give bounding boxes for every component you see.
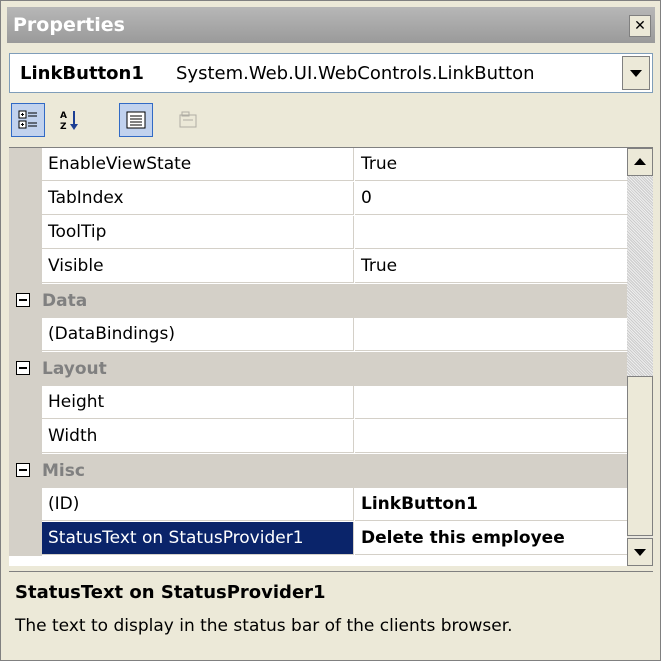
collapse-icon[interactable] bbox=[16, 463, 30, 477]
alphabetical-icon: A Z bbox=[60, 111, 78, 131]
property-name[interactable]: Height bbox=[42, 386, 354, 419]
alphabetical-button[interactable]: A Z bbox=[53, 103, 87, 137]
scroll-up-button[interactable] bbox=[627, 148, 653, 176]
property-pages-button[interactable] bbox=[171, 103, 205, 137]
property-name[interactable]: Visible bbox=[42, 250, 354, 283]
categorized-icon bbox=[18, 110, 37, 129]
description-pane: StatusText on StatusProvider1 The text t… bbox=[9, 571, 653, 654]
property-row[interactable]: (DataBindings) bbox=[9, 318, 627, 352]
scroll-track[interactable] bbox=[627, 176, 653, 376]
category-row[interactable]: Layout bbox=[9, 352, 627, 386]
row-gutter bbox=[9, 488, 42, 522]
object-type: System.Web.UI.WebControls.LinkButton bbox=[176, 63, 535, 84]
row-gutter bbox=[9, 182, 42, 216]
property-row[interactable]: Visible True bbox=[9, 250, 627, 284]
svg-text:Z: Z bbox=[60, 122, 67, 131]
vertical-scrollbar[interactable] bbox=[627, 148, 653, 566]
row-gutter bbox=[9, 522, 42, 556]
category-label: Misc bbox=[42, 461, 85, 481]
properties-button[interactable] bbox=[119, 103, 153, 137]
property-name[interactable]: (ID) bbox=[42, 488, 354, 521]
property-value[interactable] bbox=[355, 216, 627, 249]
property-value[interactable]: True bbox=[355, 250, 627, 283]
property-name[interactable]: TabIndex bbox=[42, 182, 354, 215]
toolbar: A Z bbox=[9, 99, 653, 143]
object-selector[interactable]: LinkButton1 System.Web.UI.WebControls.Li… bbox=[9, 53, 653, 93]
description-text: The text to display in the status bar of… bbox=[15, 616, 513, 636]
property-value[interactable]: LinkButton1 bbox=[355, 488, 627, 521]
object-name: LinkButton1 bbox=[20, 63, 144, 84]
description-title: StatusText on StatusProvider1 bbox=[15, 582, 326, 603]
property-row[interactable]: EnableViewState True bbox=[9, 148, 627, 182]
row-gutter bbox=[9, 386, 42, 420]
property-value[interactable] bbox=[355, 386, 627, 419]
row-gutter bbox=[9, 250, 42, 284]
collapse-icon[interactable] bbox=[16, 293, 30, 307]
property-row[interactable]: TabIndex 0 bbox=[9, 182, 627, 216]
property-value[interactable]: True bbox=[355, 148, 627, 181]
properties-panel: Properties ✕ LinkButton1 System.Web.UI.W… bbox=[0, 0, 661, 661]
category-row[interactable]: Data bbox=[9, 284, 627, 318]
property-row[interactable]: Width bbox=[9, 420, 627, 454]
property-row[interactable]: Height bbox=[9, 386, 627, 420]
property-grid: EnableViewState True TabIndex 0 ToolTip Visib… bbox=[9, 147, 653, 566]
property-row[interactable]: StatusText on StatusProvider1 Delete this… bbox=[9, 522, 627, 556]
categorized-button[interactable] bbox=[11, 103, 45, 137]
property-name[interactable]: Width bbox=[42, 420, 354, 453]
category-row[interactable]: Misc bbox=[9, 454, 627, 488]
chevron-down-icon[interactable] bbox=[622, 56, 650, 90]
row-gutter bbox=[9, 420, 42, 454]
property-value[interactable] bbox=[355, 318, 627, 351]
property-name[interactable]: StatusText on StatusProvider1 bbox=[42, 522, 354, 555]
property-row[interactable]: (ID) LinkButton1 bbox=[9, 488, 627, 522]
property-value[interactable] bbox=[355, 420, 627, 453]
property-name[interactable]: ToolTip bbox=[42, 216, 354, 249]
collapse-icon[interactable] bbox=[16, 361, 30, 375]
close-icon: ✕ bbox=[634, 18, 646, 34]
row-gutter bbox=[9, 318, 42, 352]
property-value[interactable]: 0 bbox=[355, 182, 627, 215]
window-title: Properties bbox=[13, 14, 125, 36]
property-value[interactable]: Delete this employee bbox=[355, 522, 627, 555]
property-name[interactable]: (DataBindings) bbox=[42, 318, 354, 351]
category-label: Data bbox=[42, 291, 88, 311]
row-gutter bbox=[9, 216, 42, 250]
row-gutter bbox=[9, 148, 42, 182]
properties-icon bbox=[126, 111, 146, 129]
property-name[interactable]: EnableViewState bbox=[42, 148, 354, 181]
property-row[interactable]: ToolTip bbox=[9, 216, 627, 250]
svg-text:A: A bbox=[60, 111, 67, 121]
scroll-thumb[interactable] bbox=[627, 376, 653, 536]
property-pages-icon bbox=[179, 111, 197, 128]
title-bar: Properties ✕ bbox=[7, 7, 655, 43]
scroll-down-button[interactable] bbox=[627, 538, 653, 566]
close-button[interactable]: ✕ bbox=[629, 15, 651, 37]
category-label: Layout bbox=[42, 359, 107, 379]
